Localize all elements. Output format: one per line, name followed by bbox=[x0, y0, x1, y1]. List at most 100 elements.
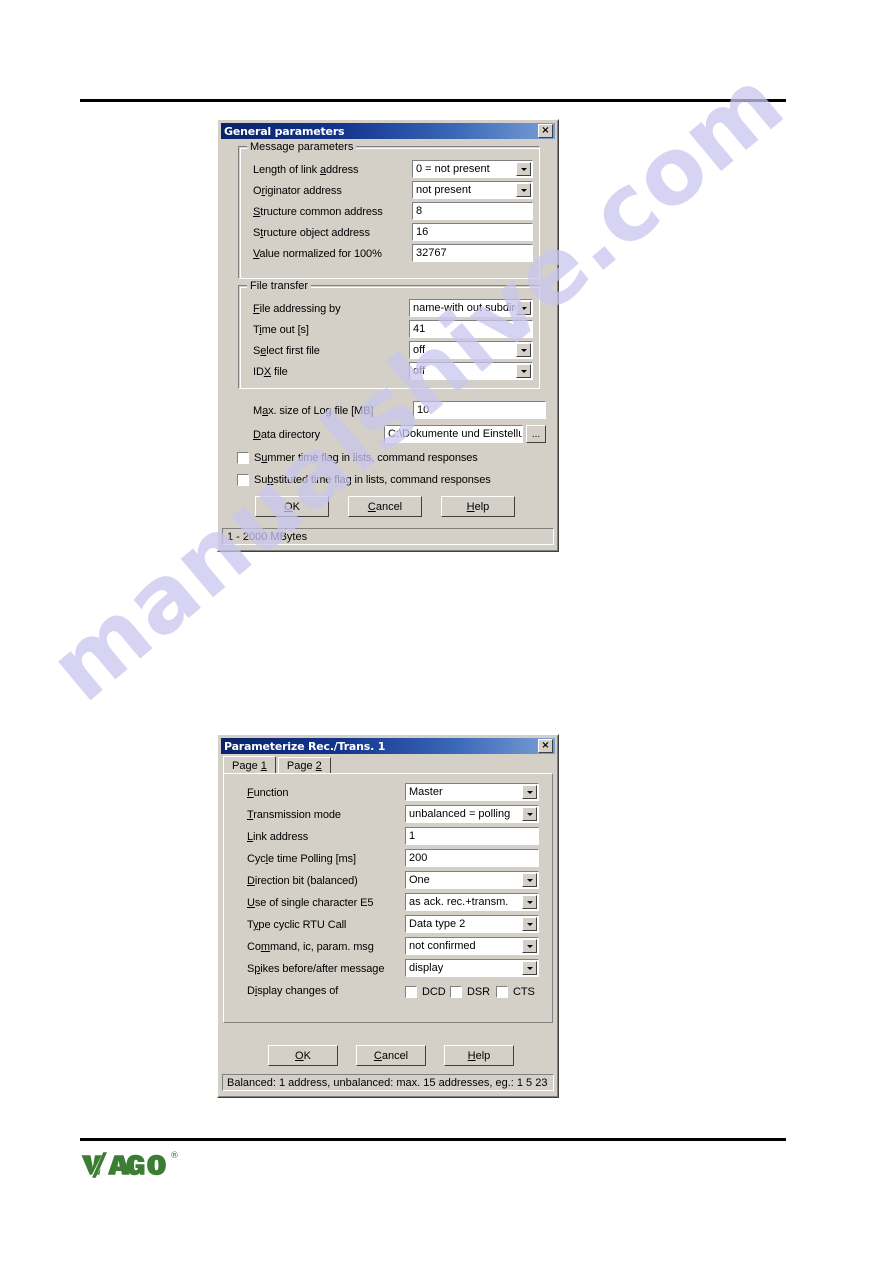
status-bar: 1 - 2000 MBytes bbox=[222, 528, 554, 545]
label-length-of-link-address: Length of link address bbox=[253, 164, 359, 176]
row-file-addressing-by: File addressing by bbox=[253, 300, 341, 318]
dialog2-titlebar[interactable]: Parameterize Rec./Trans. 1 × bbox=[221, 738, 555, 754]
time-out-input[interactable]: 41 bbox=[409, 320, 533, 338]
help-button[interactable]: Help bbox=[441, 496, 515, 517]
row-structure-common-address: Structure common address bbox=[253, 203, 383, 221]
type-cyclic-rtu-call-value: Data type 2 bbox=[409, 918, 466, 930]
length-of-link-address-value: 0 = not present bbox=[416, 163, 490, 175]
page-header-rule bbox=[80, 99, 786, 102]
chevron-down-icon[interactable] bbox=[516, 343, 531, 357]
idx-file-value: off bbox=[413, 365, 426, 377]
chevron-down-icon[interactable] bbox=[516, 162, 531, 176]
tab-page-2[interactable]: Page 2 bbox=[277, 757, 331, 774]
row-idx-file: IDX file bbox=[253, 363, 288, 381]
direction-bit-combo[interactable]: One bbox=[405, 871, 539, 889]
chevron-down-icon[interactable] bbox=[522, 939, 537, 953]
link-address-input[interactable]: 1 bbox=[405, 827, 539, 845]
dialog-titlebar[interactable]: General parameters × bbox=[221, 123, 555, 139]
label-single-character-e5: Use of single character E5 bbox=[247, 897, 374, 909]
transmission-mode-value: unbalanced = polling bbox=[409, 808, 511, 820]
label-value-normalized: Value normalized for 100% bbox=[253, 248, 382, 260]
chevron-down-icon[interactable] bbox=[516, 364, 531, 378]
cancel-button-label: Cancel bbox=[367, 500, 403, 513]
cts-checkbox[interactable] bbox=[496, 985, 508, 998]
cancel-button-label: Cancel bbox=[373, 1049, 409, 1062]
row-single-character-e5: Use of single character E5 bbox=[247, 894, 374, 912]
help-button[interactable]: Help bbox=[444, 1045, 514, 1066]
substituted-time-flag-checkbox-row[interactable]: Substituted time flag in lists, command … bbox=[237, 472, 491, 487]
label-spikes-before-after-message: Spikes before/after message bbox=[247, 963, 385, 975]
select-first-file-combo[interactable]: off bbox=[409, 341, 533, 359]
label-max-log-size: Max. size of Log file [MB] bbox=[253, 405, 374, 417]
ok-button[interactable]: OK bbox=[255, 496, 329, 517]
command-ic-param-msg-value: not confirmed bbox=[409, 940, 476, 952]
command-ic-param-msg-combo[interactable]: not confirmed bbox=[405, 937, 539, 955]
file-addressing-by-combo[interactable]: name-with out subdire bbox=[409, 299, 533, 317]
structure-object-address-input[interactable]: 16 bbox=[412, 223, 533, 241]
idx-file-combo[interactable]: off bbox=[409, 362, 533, 380]
length-of-link-address-combo[interactable]: 0 = not present bbox=[412, 160, 533, 178]
message-parameters-legend: Message parameters bbox=[247, 141, 357, 153]
chevron-down-icon[interactable] bbox=[522, 961, 537, 975]
chevron-down-icon[interactable] bbox=[522, 895, 537, 909]
row-data-directory: Data directory bbox=[253, 426, 320, 444]
cycle-time-polling-input[interactable]: 200 bbox=[405, 849, 539, 867]
close-icon[interactable]: × bbox=[538, 739, 553, 753]
cts-checkbox-row[interactable]: CTS bbox=[496, 984, 535, 999]
label-direction-bit: Direction bit (balanced) bbox=[247, 875, 358, 887]
data-directory-value: C:\Dokumente und Einstellung bbox=[388, 428, 523, 440]
link-address-value: 1 bbox=[409, 830, 416, 842]
data-directory-browse-button[interactable]: ... bbox=[526, 425, 546, 443]
cancel-button[interactable]: Cancel bbox=[356, 1045, 426, 1066]
structure-object-address-value: 16 bbox=[416, 226, 429, 238]
value-normalized-input[interactable]: 32767 bbox=[412, 244, 533, 262]
row-transmission-mode: Transmission mode bbox=[247, 806, 341, 824]
max-log-size-input[interactable]: 10 bbox=[413, 401, 546, 419]
label-type-cyclic-rtu-call: Type cyclic RTU Call bbox=[247, 919, 347, 931]
chevron-down-icon[interactable] bbox=[522, 917, 537, 931]
label-cycle-time-polling: Cycle time Polling [ms] bbox=[247, 853, 356, 865]
ok-button[interactable]: OK bbox=[268, 1045, 338, 1066]
substituted-time-flag-checkbox[interactable] bbox=[237, 473, 249, 486]
tab-page-1-label: Page 1 bbox=[232, 759, 267, 772]
cts-label: CTS bbox=[513, 985, 535, 998]
label-select-first-file: Select first file bbox=[253, 345, 320, 357]
tabstrip: Page 1 Page 2 bbox=[223, 756, 553, 774]
chevron-down-icon[interactable] bbox=[522, 873, 537, 887]
chevron-down-icon[interactable] bbox=[516, 183, 531, 197]
row-link-address: Link address bbox=[247, 828, 308, 846]
single-character-e5-combo[interactable]: as ack. rec.+transm. bbox=[405, 893, 539, 911]
row-type-cyclic-rtu-call: Type cyclic RTU Call bbox=[247, 916, 346, 934]
tab-page-1[interactable]: Page 1 bbox=[223, 756, 276, 774]
summer-time-flag-checkbox[interactable] bbox=[237, 451, 249, 464]
originator-address-combo[interactable]: not present bbox=[412, 181, 533, 199]
spikes-before-after-message-combo[interactable]: display bbox=[405, 959, 539, 977]
label-display-changes-of: Display changes of bbox=[247, 985, 339, 997]
structure-common-address-input[interactable]: 8 bbox=[412, 202, 533, 220]
row-length-of-link-address: Length of link address bbox=[253, 161, 359, 179]
value-normalized-value: 32767 bbox=[416, 247, 447, 259]
dcd-checkbox[interactable] bbox=[405, 985, 417, 998]
cancel-button[interactable]: Cancel bbox=[348, 496, 422, 517]
data-directory-input[interactable]: C:\Dokumente und Einstellung bbox=[384, 425, 523, 443]
close-icon[interactable]: × bbox=[538, 124, 553, 138]
type-cyclic-rtu-call-combo[interactable]: Data type 2 bbox=[405, 915, 539, 933]
chevron-down-icon[interactable] bbox=[516, 301, 531, 315]
dsr-checkbox-row[interactable]: DSR bbox=[450, 984, 490, 999]
chevron-down-icon[interactable] bbox=[522, 785, 537, 799]
label-data-directory: Data directory bbox=[253, 429, 321, 441]
function-value: Master bbox=[409, 786, 443, 798]
file-addressing-by-value: name-with out subdire bbox=[413, 302, 522, 314]
function-combo[interactable]: Master bbox=[405, 783, 539, 801]
label-originator-address: Originator address bbox=[253, 185, 342, 197]
row-spikes-before-after-message: Spikes before/after message bbox=[247, 960, 384, 978]
help-button-label: Help bbox=[467, 1049, 491, 1062]
transmission-mode-combo[interactable]: unbalanced = polling bbox=[405, 805, 539, 823]
dsr-checkbox[interactable] bbox=[450, 985, 462, 998]
dcd-checkbox-row[interactable]: DCD bbox=[405, 984, 446, 999]
chevron-down-icon[interactable] bbox=[522, 807, 537, 821]
summer-time-flag-checkbox-row[interactable]: Summer time flag in lists, command respo… bbox=[237, 450, 478, 465]
registered-trademark-icon: ® bbox=[170, 1151, 179, 1161]
row-direction-bit: Direction bit (balanced) bbox=[247, 872, 358, 890]
dcd-label: DCD bbox=[422, 985, 446, 998]
